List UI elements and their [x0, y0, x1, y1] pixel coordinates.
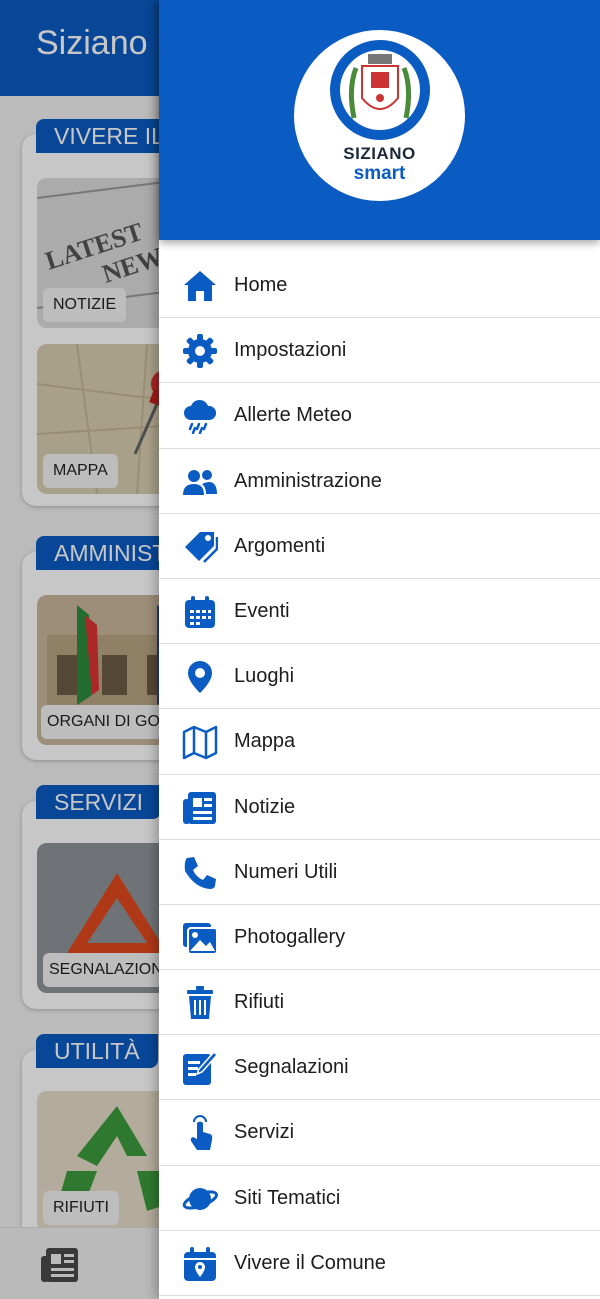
menu-item-label: Allerte Meteo — [234, 404, 352, 427]
menu-item-label: Servizi — [234, 1121, 295, 1144]
menu-item-label: Luoghi — [234, 665, 295, 688]
menu-item-mappa[interactable]: Mappa — [159, 709, 600, 775]
tags-icon — [182, 529, 219, 565]
edit-icon — [182, 1050, 219, 1086]
logo-text-line2: smart — [353, 163, 406, 184]
menu-item-notizie[interactable]: Notizie — [159, 775, 600, 840]
map-pin-icon — [182, 659, 218, 695]
menu-item-impostazioni[interactable]: Impostazioni — [159, 318, 600, 384]
calendar-icon — [182, 594, 218, 630]
trash-icon — [182, 985, 218, 1021]
menu-item-home[interactable]: Home — [159, 253, 600, 319]
menu-item-label: Numeri Utili — [234, 860, 338, 883]
menu-item-luoghi[interactable]: Luoghi — [159, 644, 600, 710]
logo-text-line1: SIZIANO — [343, 144, 416, 163]
menu-item-servizi[interactable]: Servizi — [159, 1100, 600, 1166]
menu-item-argomenti[interactable]: Argomenti — [159, 514, 600, 579]
menu-item-eventi[interactable]: Eventi — [159, 579, 600, 645]
menu-item-label: Impostazioni — [234, 339, 347, 362]
menu-item-rifiuti[interactable]: Rifiuti — [159, 970, 600, 1036]
gear-icon — [182, 333, 218, 369]
menu-item-label: Vivere il Comune — [234, 1251, 386, 1274]
menu-item-segnalazioni[interactable]: Segnalazioni — [159, 1035, 600, 1101]
home-icon — [182, 268, 218, 304]
menu-item-label: Amministrazione — [234, 469, 382, 492]
phone-icon — [182, 855, 218, 891]
menu-item-label: Rifiuti — [234, 991, 285, 1014]
menu-item-label: Notizie — [234, 795, 296, 818]
images-icon — [182, 920, 218, 956]
planet-icon — [182, 1181, 218, 1217]
users-icon — [182, 464, 218, 500]
menu-item-label: Mappa — [234, 730, 296, 753]
menu-item-amministrazione[interactable]: Amministrazione — [159, 449, 600, 514]
menu-item-label: Photogallery — [234, 925, 346, 948]
menu-item-siti-tematici[interactable]: Siti Tematici — [159, 1166, 600, 1231]
siziano-smart-logo: SIZIANO smart — [294, 30, 465, 201]
menu-item-label: Argomenti — [234, 534, 326, 557]
navigation-drawer: SIZIANO smart Home Impostazioni Allerte … — [159, 0, 600, 1299]
menu-item-vivere-il-comune[interactable]: Vivere il Comune — [159, 1231, 600, 1296]
cloud-rain-icon — [182, 398, 218, 435]
menu-item-photogallery[interactable]: Photogallery — [159, 905, 600, 971]
menu-item-label: Segnalazioni — [234, 1056, 349, 1079]
menu-item-numeri-utili[interactable]: Numeri Utili — [159, 840, 600, 905]
newspaper-icon — [182, 790, 218, 826]
map-icon — [182, 724, 218, 760]
menu-item-label: Eventi — [234, 599, 290, 622]
hand-pointer-icon — [182, 1115, 218, 1151]
menu-item-label: Siti Tematici — [234, 1186, 341, 1209]
drawer-header: SIZIANO smart — [159, 0, 600, 240]
drawer-menu: Home Impostazioni Allerte Meteo Amminist… — [159, 253, 600, 1296]
coat-of-arms-icon — [348, 54, 412, 119]
menu-item-label: Home — [234, 274, 288, 296]
menu-item-allerte-meteo[interactable]: Allerte Meteo — [159, 383, 600, 449]
calendar-pin-icon — [182, 1246, 218, 1282]
